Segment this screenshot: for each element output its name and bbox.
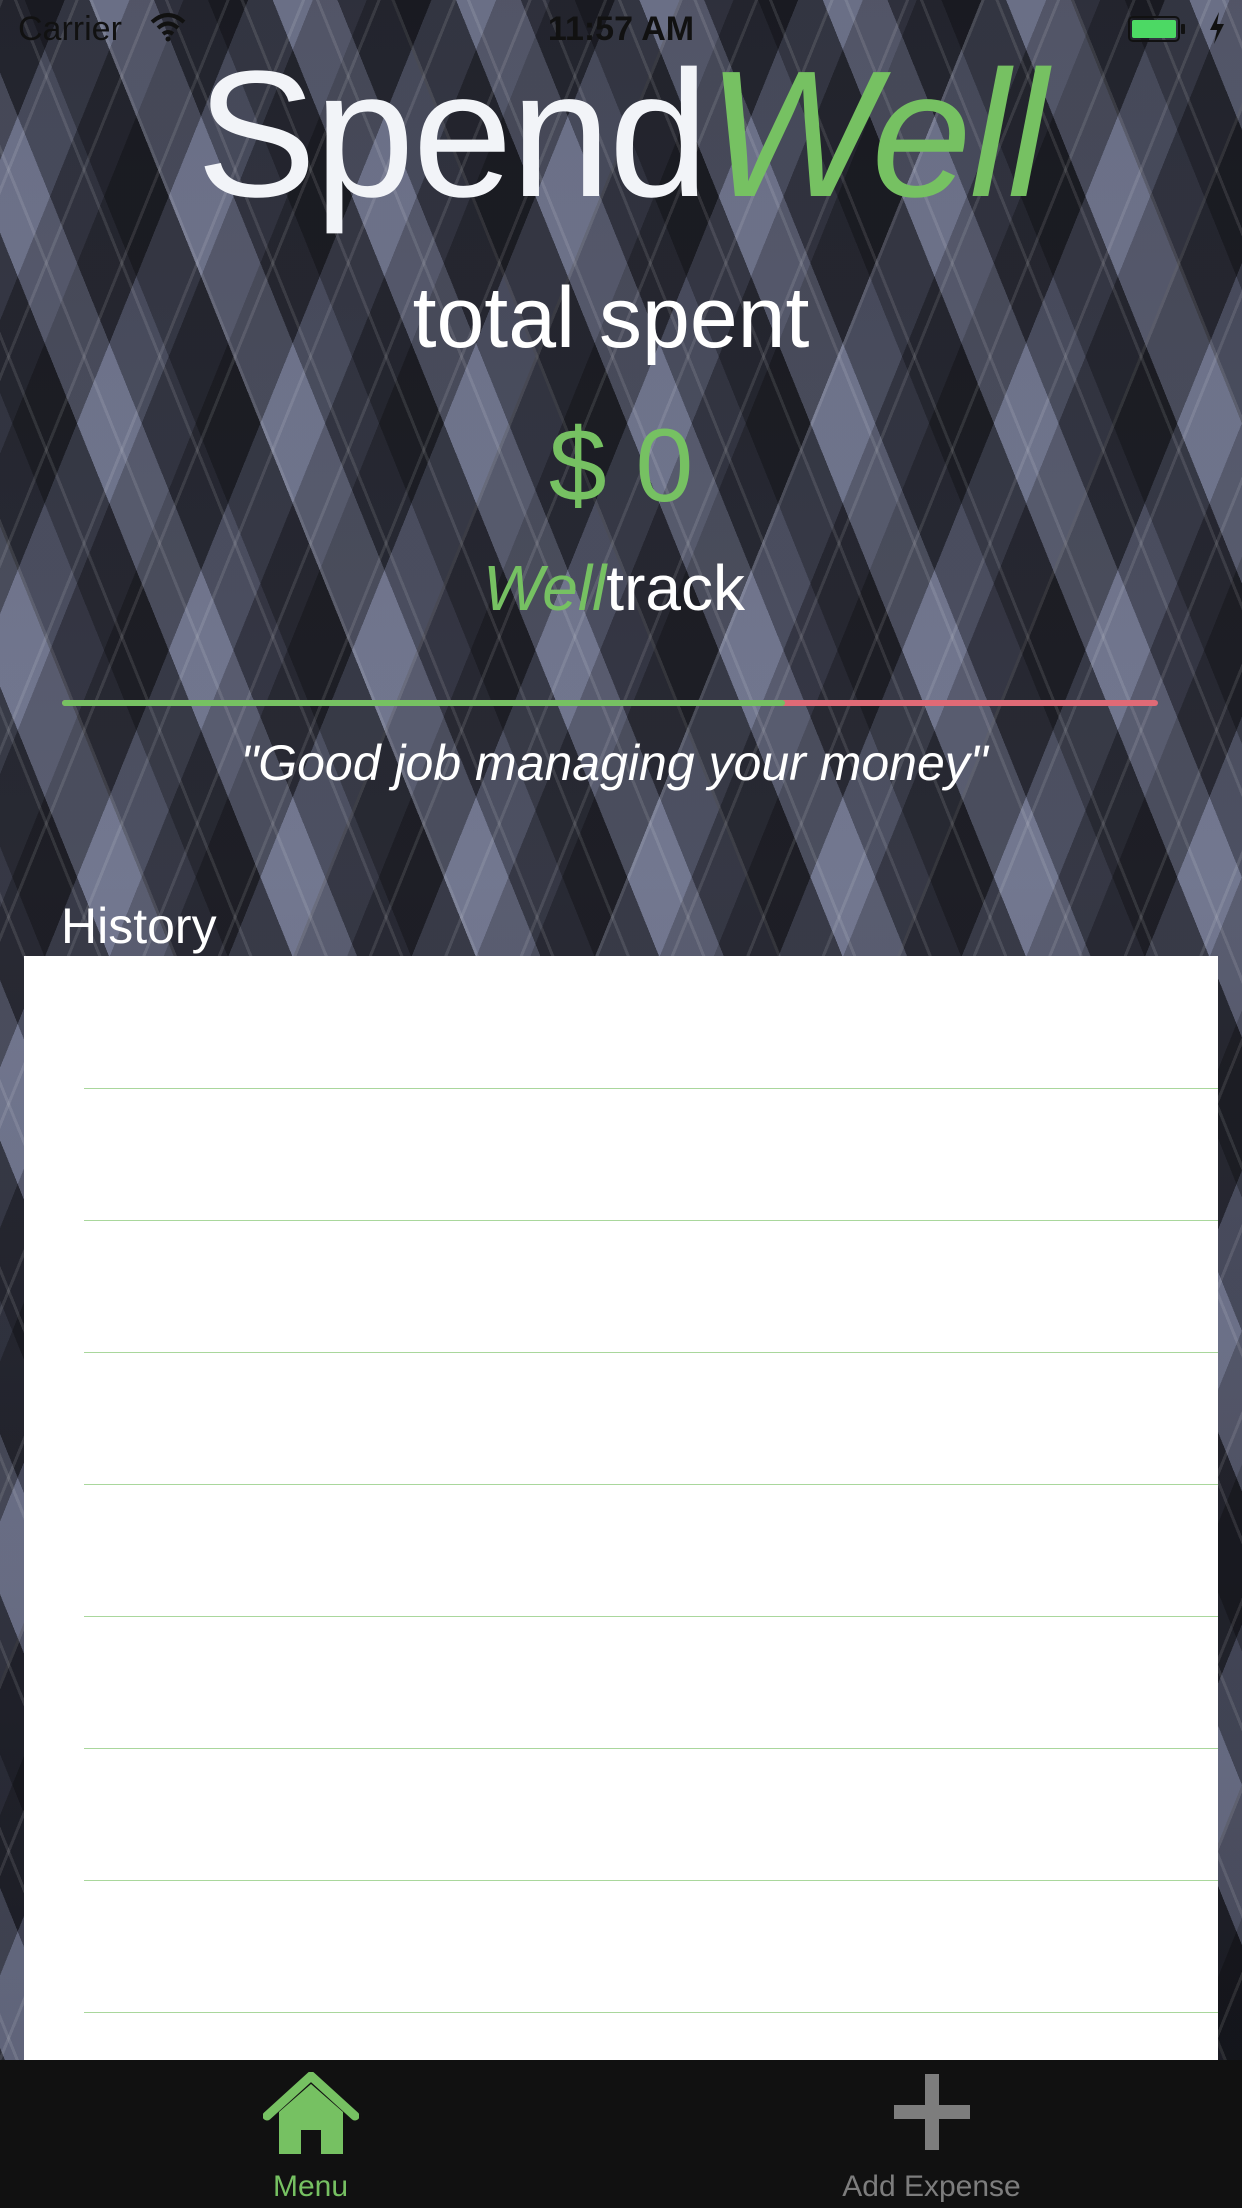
history-row[interactable] [84, 1880, 1218, 2013]
history-row[interactable] [84, 1220, 1218, 1353]
app-title-plain: Spend [196, 34, 708, 235]
tab-menu-label: Menu [272, 2170, 349, 2203]
tab-add-expense-label: Add Expense [842, 2170, 1021, 2203]
motivation-quote: "Good job managing your money" [240, 735, 988, 791]
home-icon [262, 2072, 359, 2154]
app-title: SpendWell [0, 40, 1242, 230]
history-row[interactable] [84, 1484, 1218, 1617]
tab-add-expense[interactable]: Add Expense [621, 2060, 1242, 2208]
history-row[interactable] [84, 1616, 1218, 1749]
history-heading: History [61, 898, 217, 954]
total-spent-label: total spent [412, 270, 810, 366]
history-row[interactable] [84, 1352, 1218, 1485]
spending-meter-bar [62, 700, 1158, 706]
history-list[interactable] [24, 956, 1218, 2060]
welltrack-title-accent: Well [483, 552, 607, 624]
history-row[interactable] [84, 956, 1218, 1089]
tab-bar: Menu Add Expense [0, 2060, 1242, 2208]
welltrack-title-plain: track [606, 552, 745, 624]
spending-meter-fill [62, 700, 786, 706]
history-row[interactable] [84, 1088, 1218, 1221]
app-title-accent: Well [706, 34, 1048, 235]
plus-icon [893, 2074, 970, 2150]
battery-icon [1128, 16, 1185, 42]
history-row[interactable] [84, 2012, 1218, 2060]
welltrack-title: Welltrack [0, 548, 1228, 628]
total-spent-amount: $ 0 [548, 408, 694, 524]
tab-menu[interactable]: Menu [0, 2060, 621, 2208]
history-row[interactable] [84, 1748, 1218, 1881]
